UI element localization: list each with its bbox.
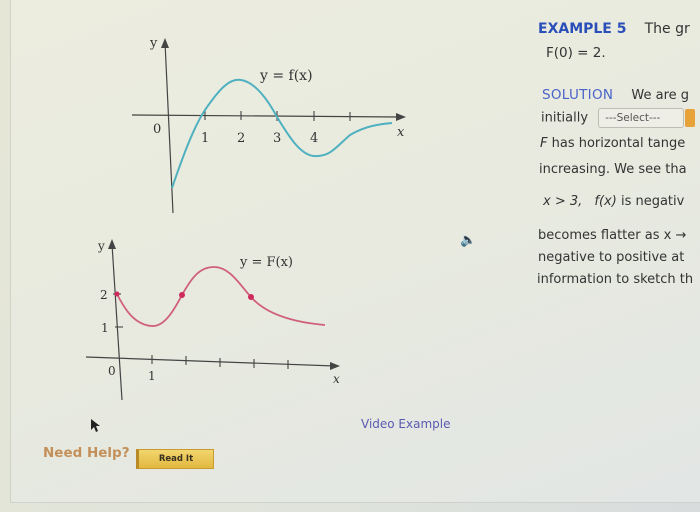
F-initial-point <box>114 291 120 297</box>
graph-f: y x 0 1 2 3 4 y = f(x) <box>131 36 406 214</box>
need-help-label: Need Help? <box>43 445 130 461</box>
f-origin-label: 0 <box>153 122 161 137</box>
read-it-button[interactable]: Read It <box>136 449 214 469</box>
f-y-axis-label: y <box>149 36 158 51</box>
mouse-cursor-icon <box>91 419 100 432</box>
F-x-axis <box>85 356 336 367</box>
select-arrow-icon[interactable] <box>685 109 696 127</box>
speaker-icon[interactable]: 🔈 <box>460 233 476 248</box>
solution-line-6: becomes flatter as x → <box>538 228 687 243</box>
F-y-tick-label: 2 <box>100 288 108 302</box>
f-y-axis-arrow <box>161 38 169 48</box>
F-x-tick-label: 1 <box>148 369 156 383</box>
F-x-axis-label: x <box>333 372 340 386</box>
F-curve <box>116 266 326 327</box>
solution-line-5-fx: f(x) <box>594 194 617 209</box>
example-label: EXAMPLE 5 <box>538 21 627 37</box>
solution-label: SOLUTION <box>542 87 614 103</box>
F-origin-label: 0 <box>108 364 116 378</box>
F-x-axis-arrow <box>330 362 340 370</box>
f-x-tick-label: 3 <box>273 131 281 146</box>
video-example-link[interactable]: Video Example <box>361 417 451 431</box>
example-condition: F(0) = 2. <box>546 45 606 61</box>
F-y-axis-label: y <box>97 239 105 253</box>
f-x-tick-label: 4 <box>310 131 318 146</box>
F-inflection-point <box>248 294 254 300</box>
solution-line-7: negative to positive at <box>538 250 685 265</box>
f-x-axis-arrow <box>396 113 406 121</box>
f-x-axis-label: x <box>397 125 405 140</box>
f-x-axis <box>131 114 401 118</box>
graph-F: y x 0 2 1 1 y = F(x) <box>85 239 340 401</box>
f-curve-label: y = f(x) <box>259 68 313 84</box>
solution-line-2: initially <box>541 110 589 126</box>
F-inflection-point <box>179 292 185 298</box>
solution-line-3: has horizontal tange <box>547 136 686 151</box>
solution-line-5: is negativ <box>616 194 685 209</box>
F-y-tick-label: 1 <box>101 321 109 335</box>
f-x-tick-label: 1 <box>201 131 209 146</box>
f-x-tick-label: 2 <box>237 131 245 146</box>
solution-line-5-cond: x > 3, <box>543 194 583 209</box>
example-text-start: The gr <box>644 21 690 37</box>
solution-line-1: We are g <box>631 88 690 103</box>
F-curve-label: y = F(x) <box>239 255 293 270</box>
solution-line-4: increasing. We see tha <box>539 162 687 177</box>
solution-line-8: information to sketch th <box>537 272 694 287</box>
answer-select[interactable]: ---Select--- <box>598 108 685 128</box>
F-y-axis-arrow <box>108 239 116 249</box>
